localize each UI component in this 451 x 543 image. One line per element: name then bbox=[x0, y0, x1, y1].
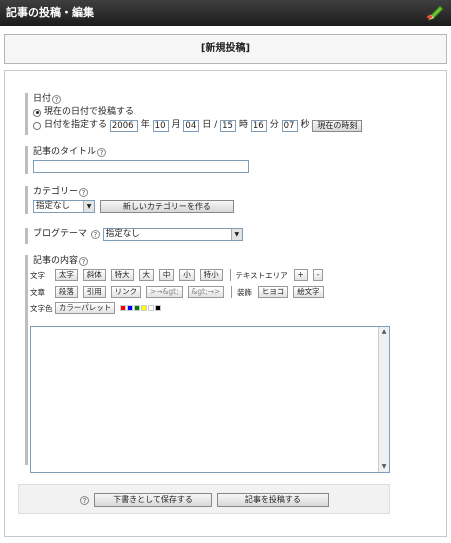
textarea-shrink-button[interactable]: - bbox=[312, 269, 324, 281]
year-input[interactable]: 2006 bbox=[109, 119, 138, 132]
blog-theme-section: ブログテーマ ? 指定なし ▼ bbox=[25, 228, 243, 244]
chevron-down-icon: ▼ bbox=[83, 201, 94, 212]
toolbar-color-label: 文字色 bbox=[30, 303, 53, 313]
date-label: 日付 bbox=[33, 94, 52, 104]
minute-input[interactable]: 16 bbox=[250, 119, 267, 132]
hour-unit: 時 bbox=[238, 120, 248, 130]
date-slash: / bbox=[214, 120, 218, 130]
category-section: カテゴリー? 指定なし ▼ 新しいカテゴリーを作る bbox=[25, 186, 234, 214]
toolbar-paragraph-label: 文章 bbox=[30, 287, 45, 297]
current-time-button[interactable]: 現在の時刻 bbox=[312, 119, 363, 132]
color-swatch-yellow[interactable] bbox=[141, 305, 148, 311]
blog-theme-select[interactable]: 指定なし ▼ bbox=[102, 228, 243, 241]
textarea-enlarge-button[interactable]: + bbox=[293, 269, 308, 281]
second-input[interactable]: 07 bbox=[281, 119, 298, 132]
toolbar-divider bbox=[231, 286, 233, 298]
radio-date-specify[interactable] bbox=[33, 121, 41, 130]
content-help-icon[interactable]: ? bbox=[79, 257, 89, 266]
title-section: 記事のタイトル? bbox=[25, 146, 249, 174]
submit-bar: ? 下書きとして保存する 記事を投稿する bbox=[18, 484, 390, 514]
title-help-icon[interactable]: ? bbox=[97, 148, 107, 157]
radio-date-specify-label: 日付を指定する bbox=[44, 120, 108, 130]
hour-input[interactable]: 15 bbox=[220, 119, 237, 132]
year-unit: 年 bbox=[140, 120, 150, 130]
pencil-icon bbox=[427, 5, 444, 21]
new-category-button[interactable]: 新しいカテゴリーを作る bbox=[99, 200, 234, 213]
title-label: 記事のタイトル bbox=[33, 147, 97, 157]
color-swatch-red[interactable] bbox=[120, 305, 127, 311]
xsmall-button[interactable]: 特小 bbox=[199, 269, 223, 281]
minute-unit: 分 bbox=[269, 120, 279, 130]
color-swatch-black[interactable] bbox=[155, 305, 162, 311]
category-label: カテゴリー bbox=[33, 187, 79, 197]
blog-theme-label: ブログテーマ bbox=[33, 229, 88, 239]
editor-toolbar: 文字 太字 斜体 特大 大 中 小 特小 テキストエリア + - 文章 段落 引… bbox=[30, 269, 390, 321]
page-title: [新規投稿] bbox=[200, 43, 251, 54]
toolbar-text-label: 文字 bbox=[30, 270, 45, 280]
category-help-icon[interactable]: ? bbox=[79, 188, 89, 197]
title-input[interactable] bbox=[33, 160, 249, 173]
xlarge-button[interactable]: 特大 bbox=[110, 269, 134, 281]
radio-date-now[interactable] bbox=[33, 108, 41, 117]
color-swatch-green[interactable] bbox=[134, 305, 141, 311]
decoration-label: 装飾 bbox=[236, 287, 252, 297]
radio-date-now-label: 現在の日付で投稿する bbox=[44, 107, 135, 117]
month-unit: 月 bbox=[171, 120, 181, 130]
color-swatch-white[interactable] bbox=[148, 305, 155, 311]
window-titlebar: 記事の投稿・編集 bbox=[0, 0, 451, 26]
toolbar-divider bbox=[229, 269, 231, 281]
submit-help-icon[interactable]: ? bbox=[80, 495, 90, 505]
bold-button[interactable]: 太字 bbox=[54, 269, 78, 281]
scroll-up-icon[interactable]: ▲ bbox=[379, 327, 389, 337]
post-form: 日付? 現在の日付で投稿する 日付を指定する 2006 年 10 月 04 日 … bbox=[4, 70, 447, 537]
scroll-down-icon[interactable]: ▼ bbox=[379, 462, 389, 472]
medium-button[interactable]: 中 bbox=[158, 269, 175, 281]
escape-gt-button[interactable]: >→&gt; bbox=[146, 286, 183, 298]
save-draft-button[interactable]: 下書きとして保存する bbox=[94, 493, 212, 507]
category-selected-value: 指定なし bbox=[36, 201, 71, 211]
content-label: 記事の内容 bbox=[33, 256, 79, 266]
unescape-gt-button[interactable]: &gt;→> bbox=[187, 286, 225, 298]
color-palette-button[interactable]: カラーパレット bbox=[54, 302, 116, 314]
link-button[interactable]: リンク bbox=[110, 286, 142, 298]
second-unit: 秒 bbox=[300, 120, 310, 130]
italic-button[interactable]: 斜体 bbox=[82, 269, 106, 281]
publish-post-button[interactable]: 記事を投稿する bbox=[216, 493, 329, 507]
large-button[interactable]: 大 bbox=[138, 269, 154, 281]
color-swatch-blue[interactable] bbox=[127, 305, 134, 311]
date-section: 日付? 現在の日付で投稿する 日付を指定する 2006 年 10 月 04 日 … bbox=[25, 93, 363, 135]
day-input[interactable]: 04 bbox=[183, 119, 200, 132]
date-help-icon[interactable]: ? bbox=[52, 95, 62, 104]
month-input[interactable]: 10 bbox=[152, 119, 169, 132]
hiyoko-button[interactable]: ヒヨコ bbox=[257, 286, 289, 298]
content-textarea[interactable]: ▲ ▼ bbox=[30, 326, 390, 473]
blog-theme-selected-value: 指定なし bbox=[105, 229, 140, 239]
quote-button[interactable]: 引用 bbox=[82, 286, 106, 298]
category-select[interactable]: 指定なし ▼ bbox=[33, 200, 95, 213]
emoji-button[interactable]: 絵文字 bbox=[293, 286, 324, 298]
blog-theme-help-icon[interactable]: ? bbox=[90, 230, 100, 239]
small-button[interactable]: 小 bbox=[179, 269, 195, 281]
window-title: 記事の投稿・編集 bbox=[6, 6, 94, 19]
page-header: [新規投稿] bbox=[4, 34, 447, 64]
day-unit: 日 bbox=[202, 120, 212, 130]
textarea-size-label: テキストエリア bbox=[235, 270, 288, 280]
chevron-down-icon: ▼ bbox=[230, 229, 242, 240]
paragraph-button[interactable]: 段落 bbox=[54, 286, 78, 298]
textarea-scrollbar[interactable]: ▲ ▼ bbox=[378, 327, 389, 472]
